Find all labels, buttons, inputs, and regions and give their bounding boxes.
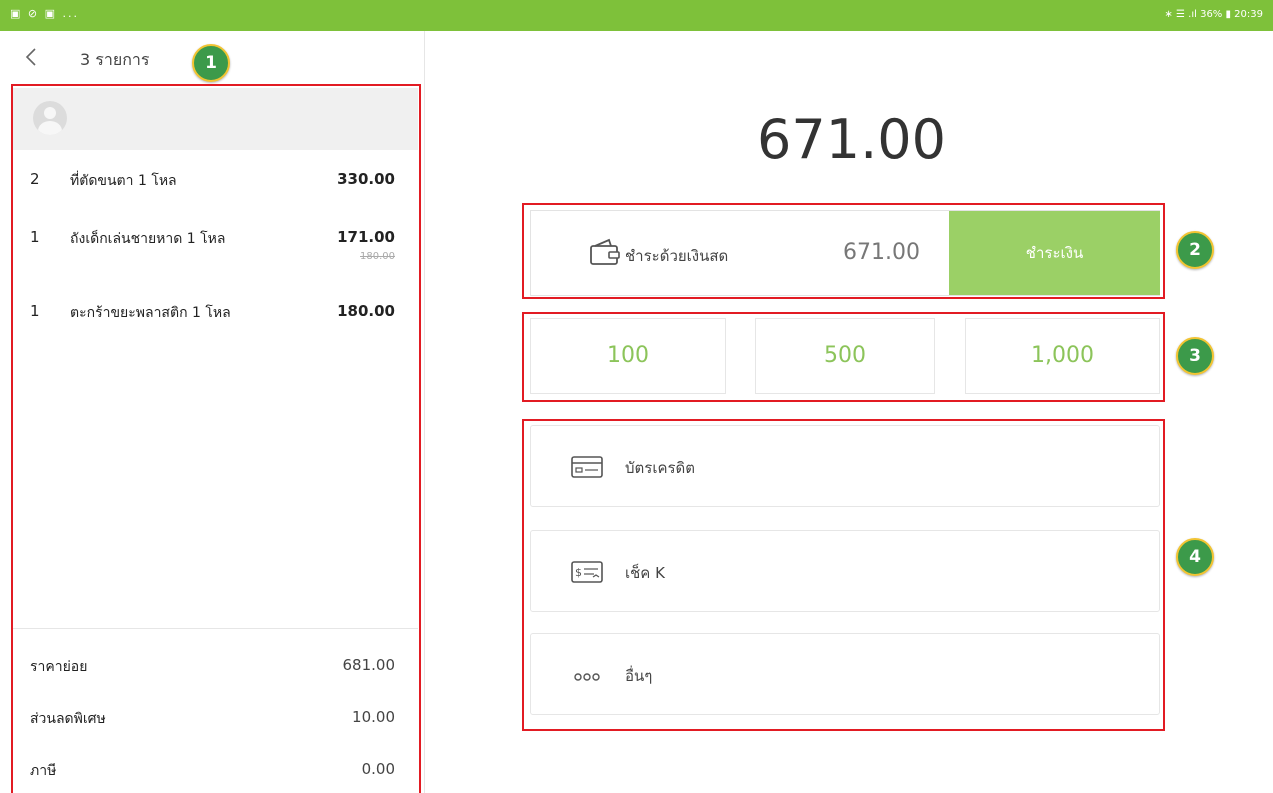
back-button[interactable] [20,45,44,69]
highlight-box-2 [522,203,1165,299]
status-bar: ▣ ⊘ ▣ ... ∗ ☰ .ıl 36% ▮ 20:39 [0,0,1273,31]
status-bar-left: ▣ ⊘ ▣ ... [10,7,79,20]
highlight-box-1 [11,84,421,793]
highlight-box-3 [522,312,1165,402]
annotation-badge-4: 4 [1176,538,1214,576]
annotation-badge-1: 1 [192,44,230,82]
status-bar-right: ∗ ☰ .ıl 36% ▮ 20:39 [1164,9,1263,20]
highlight-box-4 [522,419,1165,731]
annotation-badge-2: 2 [1176,231,1214,269]
total-amount: 671.00 [757,108,946,171]
annotation-badge-3: 3 [1176,337,1214,375]
chevron-left-icon [25,48,36,66]
page-title: 3 รายการ [80,50,150,69]
